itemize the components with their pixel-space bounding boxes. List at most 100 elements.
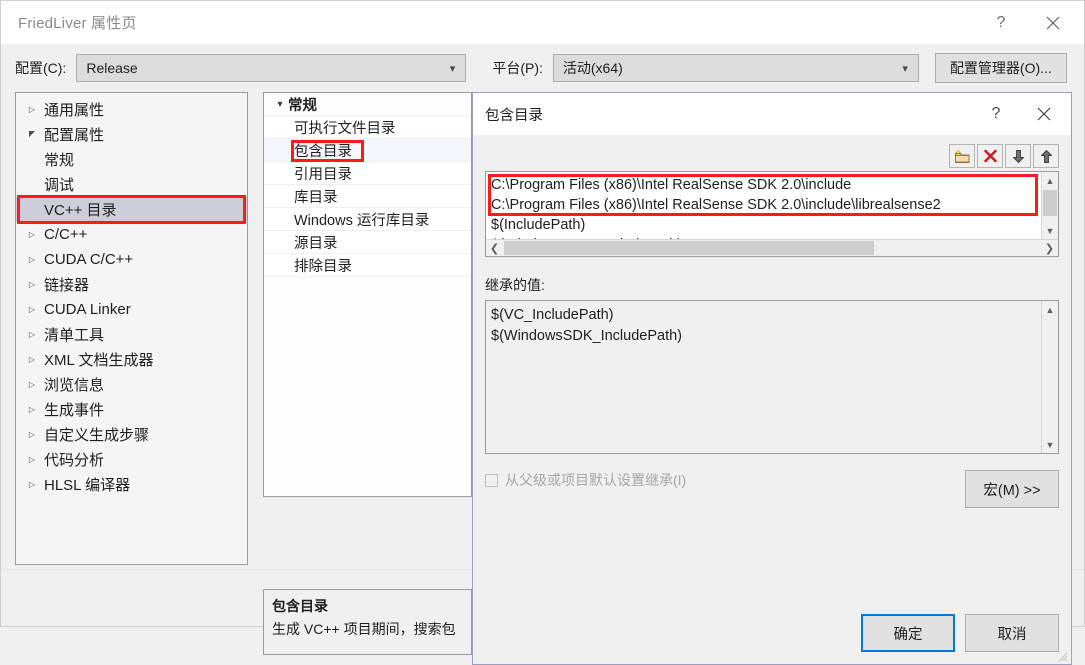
tree-item-9[interactable]: ▷ 清单工具 <box>16 322 247 347</box>
tree-item-label: 通用属性 <box>44 102 105 119</box>
tree-item-8[interactable]: ▷ CUDA Linker <box>16 297 247 322</box>
tree-item-7[interactable]: ▷ 链接器 <box>16 272 247 297</box>
macros-button[interactable]: 宏(M) >> <box>965 470 1059 508</box>
inherit-checkbox-label: 从父级或项目默认设置继承(I) <box>505 472 687 488</box>
property-row-2[interactable]: 引用目录 <box>264 162 471 185</box>
configuration-dropdown[interactable]: Release ▾ <box>76 54 467 82</box>
property-row-1[interactable]: 包含目录 <box>264 139 471 162</box>
window-title: FriedLiver 属性页 <box>18 15 137 32</box>
tree-item-0[interactable]: ▷ 通用属性 <box>16 97 247 122</box>
property-row-label: 包含目录 <box>294 143 352 160</box>
tree-item-label: 代码分析 <box>44 452 105 469</box>
chevron-right-icon: ▷ <box>28 380 36 389</box>
subdialog-title: 包含目录 <box>485 107 543 124</box>
tree-item-2[interactable]: 常规 <box>16 147 247 172</box>
tree-item-label: VC++ 目录 <box>44 202 117 219</box>
platform-label: 平台(P): <box>492 60 543 76</box>
delete-icon[interactable] <box>977 144 1003 168</box>
help-icon[interactable]: ? <box>975 93 1017 135</box>
tree-item-5[interactable]: ▷ C/C++ <box>16 222 247 247</box>
property-row-6[interactable]: 排除目录 <box>264 254 471 277</box>
property-row-label: Windows 运行库目录 <box>294 212 430 229</box>
tree-item-6[interactable]: ▷ CUDA C/C++ <box>16 247 247 272</box>
close-icon[interactable] <box>1030 1 1076 44</box>
tree-item-label: 清单工具 <box>44 327 105 344</box>
scroll-up-icon[interactable]: ▲ <box>1046 301 1055 318</box>
help-icon[interactable]: ? <box>978 1 1024 44</box>
property-pages-window: FriedLiver 属性页 ? 配置(C): Release ▾ 平台(P):… <box>0 0 1085 665</box>
property-group-header[interactable]: ▾ 常规 <box>264 93 471 116</box>
chevron-right-icon: ▷ <box>28 430 36 439</box>
path-line-2[interactable]: $(IncludePath) <box>491 215 1041 235</box>
tree-item-4[interactable]: VC++ 目录 <box>16 197 247 222</box>
inherited-vertical-scrollbar[interactable]: ▲ ▼ <box>1041 301 1058 453</box>
tree-item-13[interactable]: ▷ 自定义生成步骤 <box>16 422 247 447</box>
scroll-up-icon[interactable]: ▲ <box>1046 172 1055 189</box>
configuration-manager-button[interactable]: 配置管理器(O)... <box>934 53 1067 83</box>
chevron-down-icon: ▾ <box>277 98 283 110</box>
chevron-down-icon: ▾ <box>449 62 456 75</box>
tree-item-label: CUDA Linker <box>44 301 131 318</box>
property-row-5[interactable]: 源目录 <box>264 231 471 254</box>
tree-item-1[interactable]: ◢ 配置属性 <box>16 122 247 147</box>
property-tree[interactable]: ▷ 通用属性 ◢ 配置属性 常规 调试 VC++ 目录 ▷ C/C++ ▷ CUDA C/C++ ▷ 链… <box>15 92 248 565</box>
path-line-1[interactable]: C:\Program Files (x86)\Intel RealSense S… <box>491 195 1041 215</box>
chevron-right-icon: ▷ <box>28 480 36 489</box>
chevron-right-icon: ▷ <box>28 355 36 364</box>
tree-item-label: CUDA C/C++ <box>44 251 134 268</box>
property-row-label: 源目录 <box>294 235 338 252</box>
vertical-scrollbar-thumb[interactable] <box>1043 190 1057 216</box>
tree-item-12[interactable]: ▷ 生成事件 <box>16 397 247 422</box>
property-row-0[interactable]: 可执行文件目录 <box>264 116 471 139</box>
close-icon[interactable] <box>1023 93 1065 135</box>
chevron-right-icon: ▷ <box>28 305 36 314</box>
property-row-4[interactable]: Windows 运行库目录 <box>264 208 471 231</box>
inherit-checkbox: 从父级或项目默认设置继承(I) <box>485 470 686 490</box>
move-up-icon[interactable] <box>1033 144 1059 168</box>
platform-dropdown[interactable]: 活动(x64) ▾ <box>552 54 919 82</box>
scroll-down-icon[interactable]: ▼ <box>1046 222 1055 239</box>
include-directories-dialog: 包含目录 ? C:\Program Files (x86)\Intel Real… <box>472 92 1072 665</box>
property-row-3[interactable]: 库目录 <box>264 185 471 208</box>
scroll-right-icon[interactable]: ❯ <box>1041 242 1058 255</box>
property-row-label: 库目录 <box>294 189 338 206</box>
tree-item-11[interactable]: ▷ 浏览信息 <box>16 372 247 397</box>
subdialog-content: C:\Program Files (x86)\Intel RealSense S… <box>473 135 1071 664</box>
tree-item-label: HLSL 编译器 <box>44 477 131 494</box>
tree-item-label: 配置属性 <box>44 127 105 144</box>
subdialog-button-row: 确定 取消 <box>861 614 1059 652</box>
scroll-down-icon[interactable]: ▼ <box>1046 436 1055 453</box>
tree-item-14[interactable]: ▷ 代码分析 <box>16 447 247 472</box>
tree-item-15[interactable]: ▷ HLSL 编译器 <box>16 472 247 497</box>
tree-item-label: 自定义生成步骤 <box>44 427 150 444</box>
chevron-right-icon: ▷ <box>28 280 36 289</box>
path-list-editor[interactable]: C:\Program Files (x86)\Intel RealSense S… <box>485 171 1059 257</box>
tree-item-label: 浏览信息 <box>44 377 105 394</box>
tree-item-3[interactable]: 调试 <box>16 172 247 197</box>
property-description-panel: 包含目录 生成 VC++ 项目期间，搜索包 <box>263 589 472 655</box>
property-grid[interactable]: ▾ 常规 可执行文件目录 包含目录引用目录库目录 Windows 运行库目录 源目录排… <box>263 92 472 497</box>
chevron-right-icon: ▷ <box>28 105 36 114</box>
description-title: 包含目录 <box>272 598 328 614</box>
path-list-vertical-scrollbar[interactable]: ▲ ▼ <box>1041 172 1058 239</box>
tree-item-10[interactable]: ▷ XML 文档生成器 <box>16 347 247 372</box>
horizontal-scrollbar-thumb[interactable] <box>504 241 874 255</box>
resize-grip-icon[interactable] <box>1056 650 1068 662</box>
property-row-label: 可执行文件目录 <box>294 120 396 137</box>
subdialog-cancel-button[interactable]: 取消 <box>965 614 1059 652</box>
chevron-down-icon: ▾ <box>902 62 908 75</box>
description-body: 生成 VC++ 项目期间，搜索包 <box>272 621 456 637</box>
scroll-left-icon[interactable]: ❮ <box>486 242 503 255</box>
title-bar: FriedLiver 属性页 ? <box>1 1 1084 44</box>
path-line-0[interactable]: C:\Program Files (x86)\Intel RealSense S… <box>491 175 1041 195</box>
move-down-icon[interactable] <box>1005 144 1031 168</box>
configuration-label: 配置(C): <box>15 60 67 76</box>
path-list-horizontal-scrollbar[interactable]: ❮ ❯ <box>486 239 1058 256</box>
tree-item-label: 生成事件 <box>44 402 105 419</box>
property-row-label: 引用目录 <box>294 166 352 183</box>
new-folder-icon[interactable] <box>949 144 975 168</box>
path-list-lines[interactable]: C:\Program Files (x86)\Intel RealSense S… <box>486 172 1041 239</box>
chevron-right-icon: ▷ <box>28 255 36 264</box>
subdialog-ok-button[interactable]: 确定 <box>861 614 955 652</box>
inherited-line-1: $(WindowsSDK_IncludePath) <box>491 328 683 344</box>
